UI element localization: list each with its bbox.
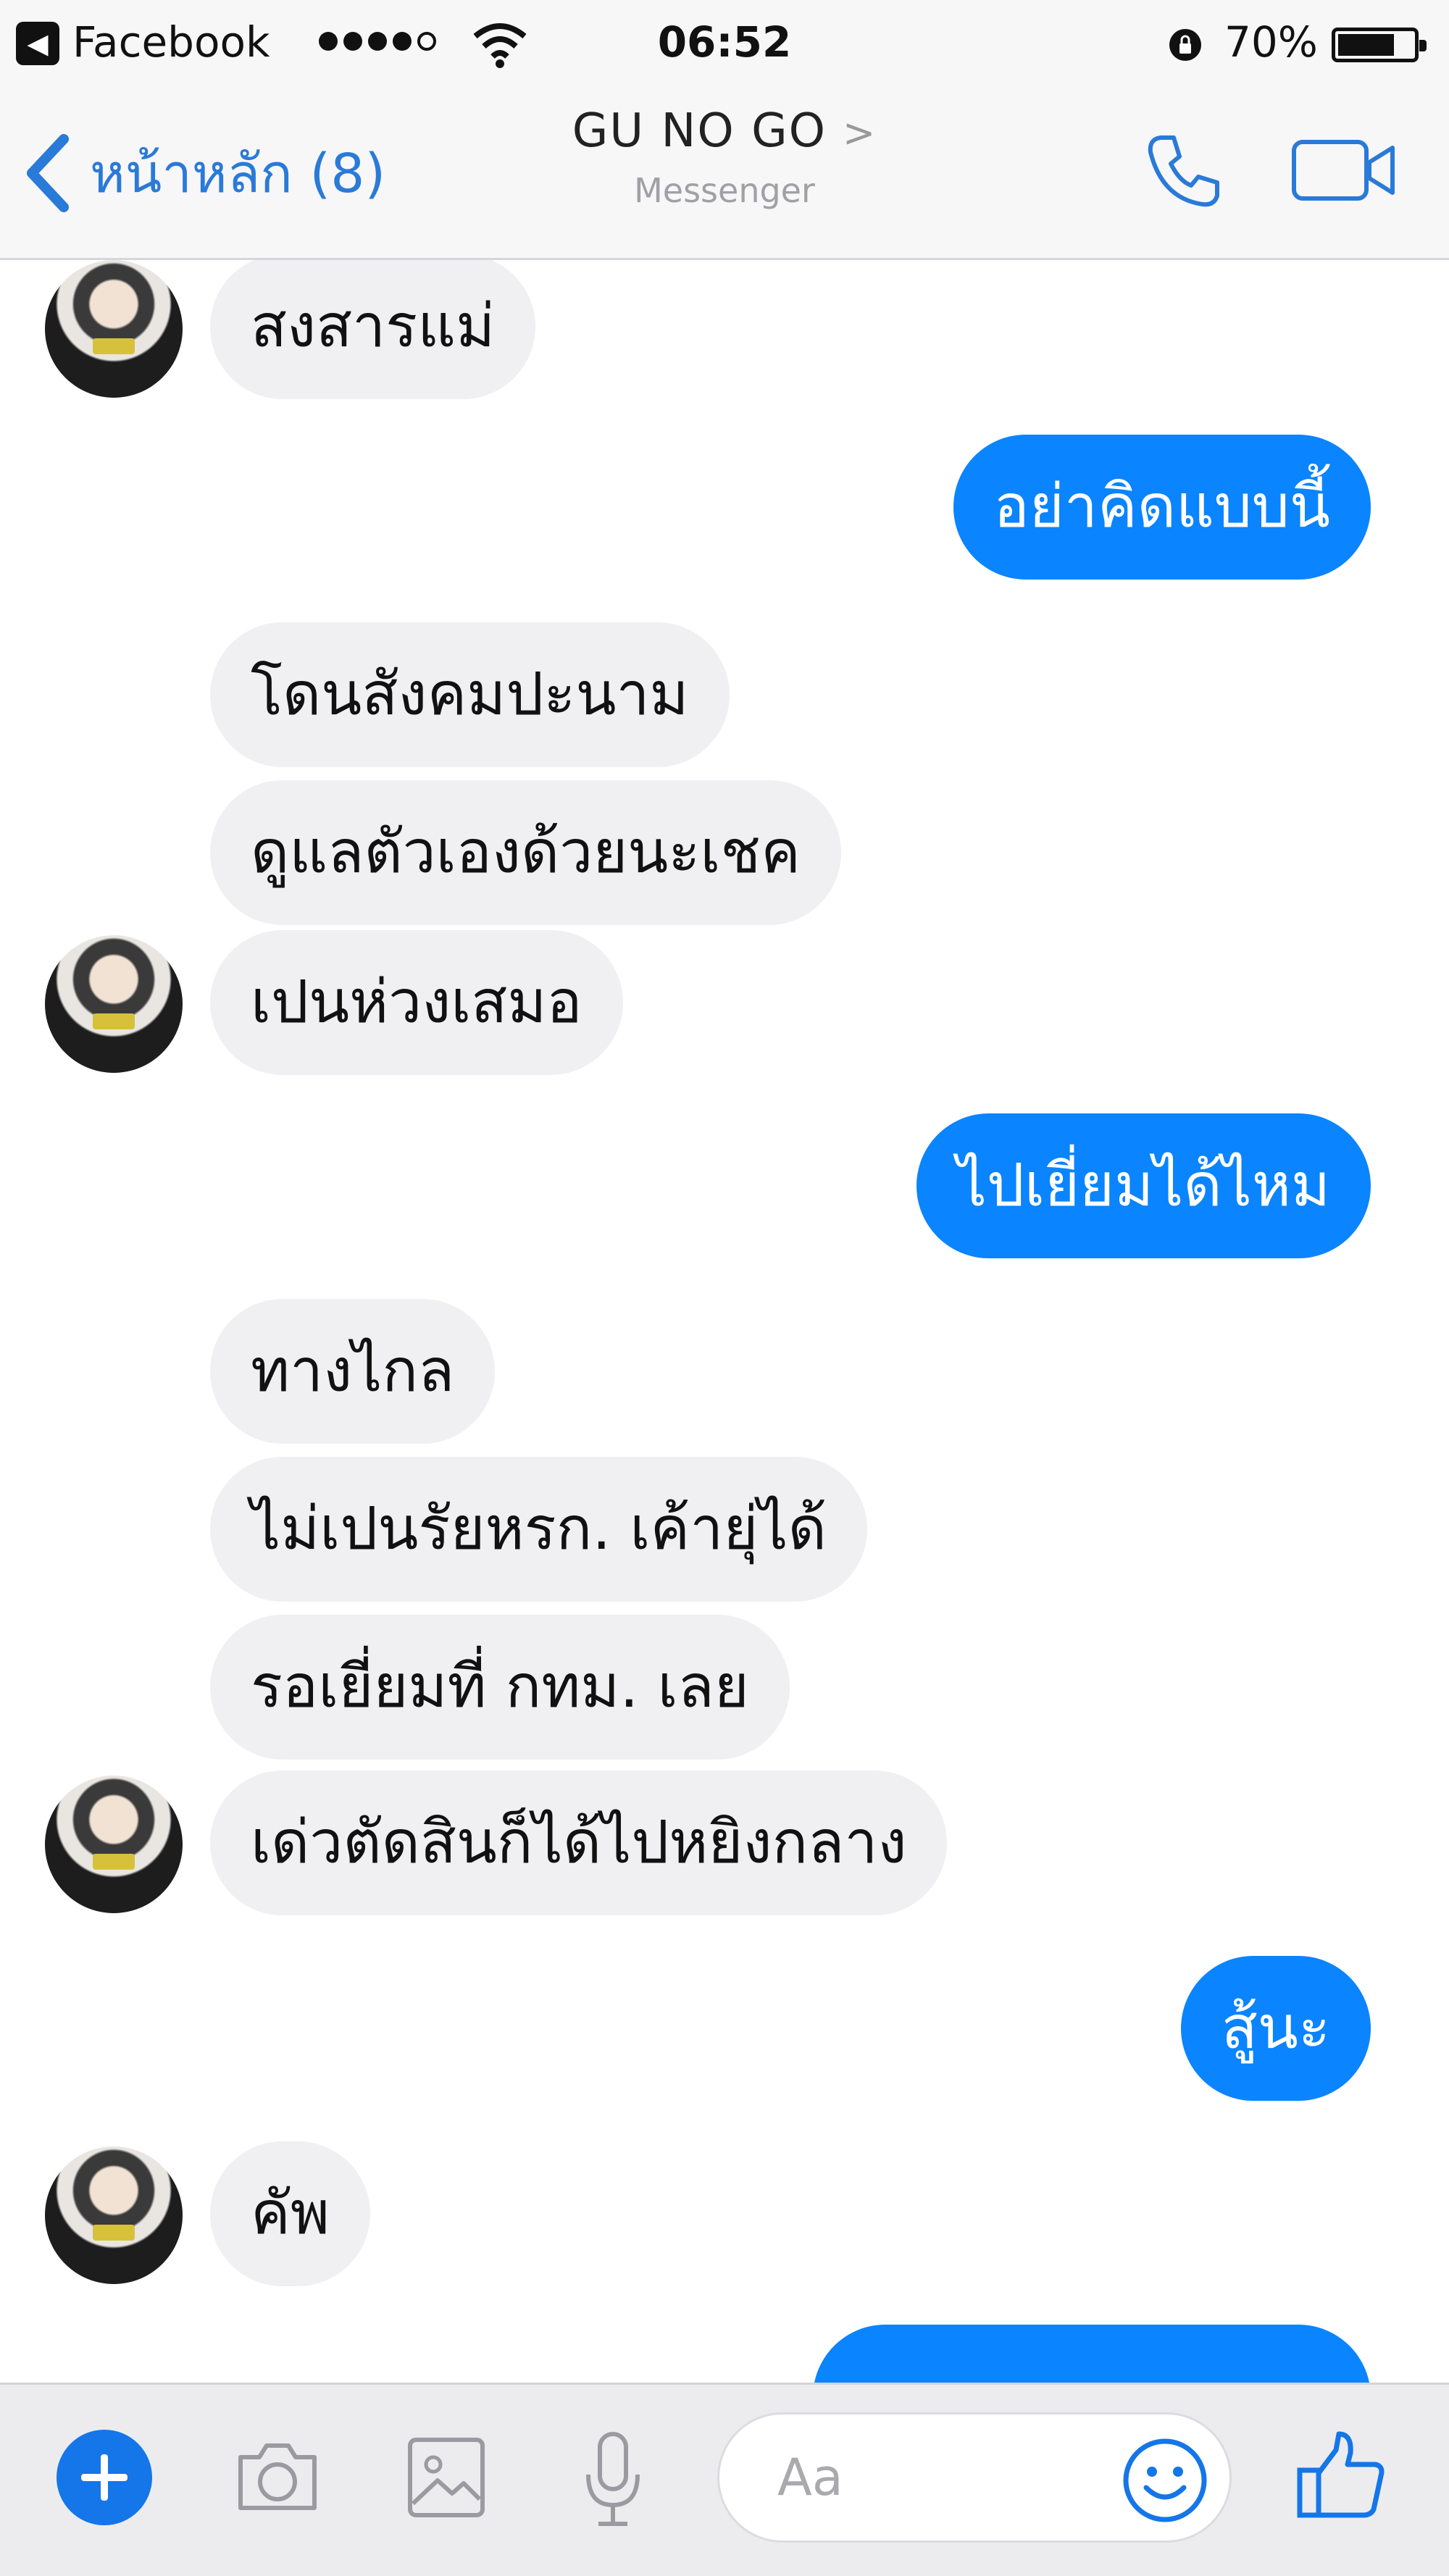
emoji-icon[interactable]: [1120, 2435, 1210, 2525]
incoming-message[interactable]: เด่วตัดสินก็ได้ไปหยิงกลาง: [210, 1770, 948, 1915]
battery-icon: [1332, 28, 1427, 62]
orientation-lock-icon: [1169, 29, 1201, 61]
outgoing-message[interactable]: อย่าคิดแบบนี้: [953, 435, 1371, 580]
conversation-title: GU NO GO: [572, 104, 827, 158]
add-plus-icon[interactable]: [57, 2430, 152, 2525]
incoming-message[interactable]: โดนสังคมปะนาม: [210, 622, 730, 767]
chevron-right-icon: >: [843, 110, 877, 156]
incoming-message[interactable]: ทางไกล: [210, 1299, 496, 1444]
camera-icon[interactable]: [230, 2430, 325, 2524]
conversation-header: หน้าหลัก (8) GU NO GO > Messenger: [0, 87, 1449, 260]
message-composer: [0, 2383, 1449, 2576]
conversation-title-button[interactable]: GU NO GO > Messenger: [0, 104, 1449, 210]
message-list[interactable]: สงสารแม่ อย่าคิดแบบนี้ โดนสังคมปะนาม ดูแ…: [0, 260, 1449, 2383]
contact-avatar[interactable]: [45, 935, 183, 1073]
incoming-message[interactable]: เปนห่วงเสมอ: [210, 930, 623, 1075]
conversation-subtitle: Messenger: [634, 171, 815, 210]
contact-avatar[interactable]: [45, 2146, 183, 2284]
outgoing-message-partial[interactable]: [813, 2325, 1371, 2383]
microphone-icon[interactable]: [577, 2430, 649, 2531]
incoming-message[interactable]: ไม่เปนรัยหรก. เค้ายุ่ได้: [210, 1457, 867, 1602]
incoming-message[interactable]: ดูแลตัวเองด้วยนะเชค: [210, 780, 841, 925]
outgoing-message[interactable]: ไปเยี่ยมได้ไหม: [916, 1113, 1371, 1258]
photo-gallery-icon[interactable]: [403, 2430, 490, 2524]
incoming-message[interactable]: คัพ: [210, 2141, 370, 2286]
outgoing-message[interactable]: สู้นะ: [1180, 1956, 1371, 2101]
incoming-message[interactable]: สงสารแม่: [210, 260, 536, 399]
battery-percentage: 70%: [1224, 17, 1318, 67]
phone-call-icon[interactable]: [1145, 130, 1224, 210]
contact-avatar[interactable]: [45, 1776, 183, 1913]
contact-avatar[interactable]: [45, 260, 183, 398]
incoming-message[interactable]: รอเยี่ยมที่ กทม. เลย: [210, 1615, 790, 1760]
thumbs-up-icon[interactable]: [1294, 2428, 1388, 2522]
video-call-icon[interactable]: [1290, 138, 1398, 203]
messenger-screen: ◀ Facebook 06:52 70% หน้าหลัก (8) GU NO …: [0, 0, 1449, 2576]
status-bar: ◀ Facebook 06:52 70%: [0, 0, 1449, 87]
